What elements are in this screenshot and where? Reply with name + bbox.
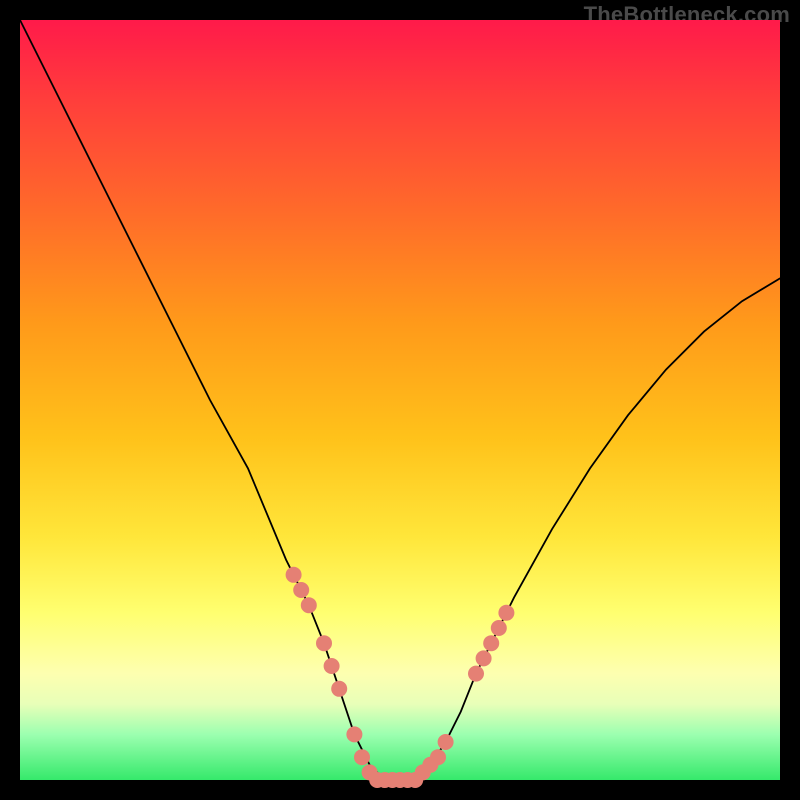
curve-marker	[498, 605, 514, 621]
curve-marker	[430, 749, 446, 765]
curve-marker	[293, 582, 309, 598]
bottleneck-curve	[20, 20, 780, 780]
curve-marker	[286, 567, 302, 583]
chart-frame: TheBottleneck.com	[0, 0, 800, 800]
curve-marker	[491, 620, 507, 636]
curve-marker	[346, 726, 362, 742]
curve-marker	[483, 635, 499, 651]
curve-marker	[476, 650, 492, 666]
curve-svg	[20, 20, 780, 780]
curve-markers	[286, 567, 515, 788]
curve-marker	[331, 681, 347, 697]
curve-marker	[438, 734, 454, 750]
curve-marker	[301, 597, 317, 613]
curve-marker	[354, 749, 370, 765]
plot-area	[20, 20, 780, 780]
curve-marker	[316, 635, 332, 651]
curve-marker	[468, 666, 484, 682]
curve-marker	[324, 658, 340, 674]
